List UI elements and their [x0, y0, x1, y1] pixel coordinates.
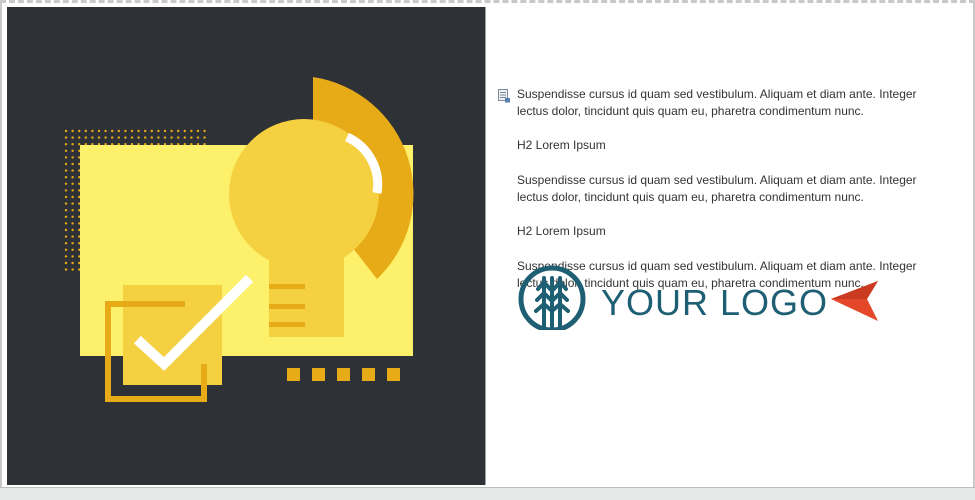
status-bar: [0, 487, 975, 500]
checkbox-fill: [123, 285, 222, 385]
logo-graphic: YOUR LOGO: [518, 265, 878, 333]
heading-h2[interactable]: H2 Lorem Ipsum: [517, 223, 938, 240]
body-paragraph[interactable]: Suspendisse cursus id quam sed vestibulu…: [517, 86, 938, 120]
logo-text: YOUR LOGO: [601, 282, 828, 323]
arrow-pointer-icon: [831, 281, 878, 321]
hero-image[interactable]: [7, 7, 486, 485]
lightbulb-checkbox-illustration: [7, 7, 485, 485]
company-logo[interactable]: YOUR LOGO: [516, 264, 886, 333]
bulb-thread-line: [269, 284, 305, 289]
bulb-thread-line: [269, 304, 305, 309]
paragraph-icon: [498, 89, 510, 103]
tree-icon: [518, 265, 586, 333]
bulb-thread-line: [269, 322, 305, 327]
body-paragraph[interactable]: Suspendisse cursus id quam sed vestibulu…: [517, 172, 938, 206]
heading-h2[interactable]: H2 Lorem Ipsum: [517, 137, 938, 154]
